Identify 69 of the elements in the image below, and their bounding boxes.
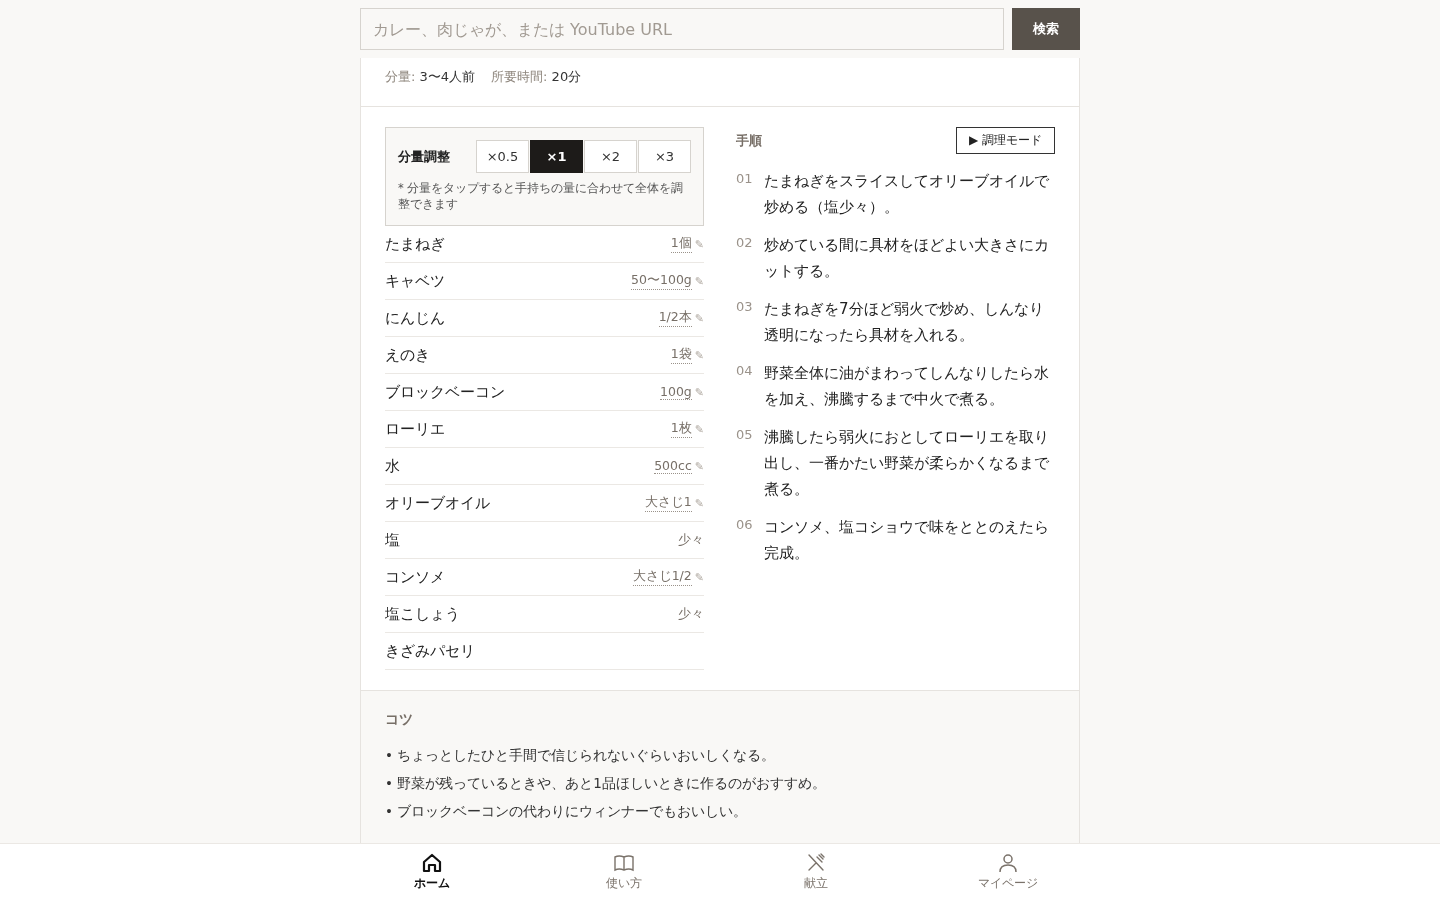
step-number: 02	[736, 234, 752, 252]
pencil-icon: ✎	[694, 385, 704, 399]
cook-mode-button[interactable]: ▶ 調理モード	[955, 127, 1055, 154]
ingredient-name: ローリエ	[385, 419, 446, 439]
tip-text: • ちょっとしたひと手間で信じられないぐらいおいしくなる。	[385, 746, 777, 766]
ingredient-amount[interactable]: 500cc	[654, 458, 692, 475]
nav-tab[interactable]: マイページ	[912, 844, 1104, 900]
meta-label: 所要時間:	[491, 69, 548, 84]
ingredient-name: オリーブオイル	[385, 493, 491, 513]
book-icon	[613, 852, 635, 874]
ingredient-name: 水	[385, 456, 401, 476]
pencil-icon: ✎	[694, 311, 704, 325]
pencil-icon: ✎	[694, 237, 704, 251]
pencil-icon: ✎	[694, 274, 704, 288]
ingredient-name: ブロックベーコン	[385, 382, 506, 402]
step-text: コンソメ、塩コショウで味をととのえたら完成。	[764, 517, 1050, 564]
pencil-icon: ✎	[694, 459, 704, 473]
pencil-icon: ✎	[694, 570, 704, 584]
ingredient-amount: 少々	[678, 531, 704, 549]
step-number: 01	[736, 170, 752, 188]
pencil-icon: ✎	[694, 496, 704, 510]
ingredient-name: コンソメ	[385, 567, 446, 587]
ingredient-name: キャベツ	[385, 271, 446, 291]
nav-tab[interactable]: 使い方	[528, 844, 720, 900]
ingredient-name: 塩こしょう	[385, 604, 461, 624]
tip-text: • 野菜が残っているときや、あと1品ほしいときに作るのがおすすめ。	[385, 774, 827, 794]
scale-note: * 分量をタップすると手持ちの量に合わせて全体を調整できます	[398, 181, 685, 213]
scale-option[interactable]: ×2	[584, 140, 637, 173]
ingredient-amount: 少々	[678, 605, 704, 623]
step-text: たまねぎを7分ほど弱火で炒め、しんなり透明になったら具材を入れる。	[764, 299, 1045, 346]
tip-text: • ブロックベーコンの代わりにウィンナーでもおいしい。	[385, 802, 749, 822]
step-number: 04	[736, 362, 752, 380]
ingredient-amount[interactable]: 100g	[660, 384, 692, 401]
pencil-icon: ✎	[694, 422, 704, 436]
nav-tab[interactable]: ホーム	[336, 844, 528, 900]
ingredient-name: 塩	[385, 530, 401, 550]
scale-title: 分量調整	[398, 147, 451, 166]
nav-tab[interactable]: 献立	[720, 844, 912, 900]
tips-title: コツ	[385, 711, 414, 730]
step-number: 03	[736, 298, 752, 316]
search-button[interactable]: 検索	[1012, 8, 1080, 50]
step-text: たまねぎをスライスしてオリーブオイルで炒める（塩少々）。	[764, 171, 1050, 218]
meta-label: 分量:	[385, 69, 416, 84]
ingredient-name: きざみパセリ	[385, 641, 476, 661]
ingredient-amount[interactable]: 1個	[670, 235, 692, 254]
step-text: 沸騰したら弱火におとしてローリエを取り出し、一番かたい野菜が柔らかくなるまで煮る。	[764, 427, 1050, 500]
ingredient-amount[interactable]: 1袋	[670, 346, 692, 365]
scale-option[interactable]: ×3	[638, 140, 691, 173]
ingredient-amount[interactable]: 1/2本	[658, 309, 692, 328]
scale-option[interactable]: ×1	[530, 140, 583, 173]
scale-option[interactable]: ×0.5	[476, 140, 529, 173]
step-number: 05	[736, 426, 752, 444]
ingredient-amount[interactable]: 大さじ1	[644, 494, 692, 513]
ingredient-name: えのき	[385, 345, 431, 365]
ingredient-name: にんじん	[385, 308, 446, 328]
meta-value: 3〜4人前	[419, 69, 476, 84]
ingredient-name: たまねぎ	[385, 234, 446, 254]
steps-title: 手順	[736, 131, 762, 150]
step-text: 野菜全体に油がまわってしんなりしたら水を加え、沸騰するまで中火で煮る。	[764, 363, 1050, 410]
ingredient-amount[interactable]: 大さじ1/2	[632, 568, 692, 587]
meta-value: 20分	[551, 69, 582, 84]
pencil-icon: ✎	[694, 348, 704, 362]
ingredient-amount[interactable]: 1枚	[670, 420, 692, 439]
step-text: 炒めている間に具材をほどよい大きさにカットする。	[764, 235, 1050, 282]
search-field[interactable]: カレー、肉じゃが、または YouTube URL	[360, 8, 1004, 50]
ingredient-amount[interactable]: 50〜100g	[631, 272, 692, 291]
home-icon	[421, 852, 443, 874]
step-number: 06	[736, 516, 752, 534]
person-icon	[997, 852, 1019, 874]
